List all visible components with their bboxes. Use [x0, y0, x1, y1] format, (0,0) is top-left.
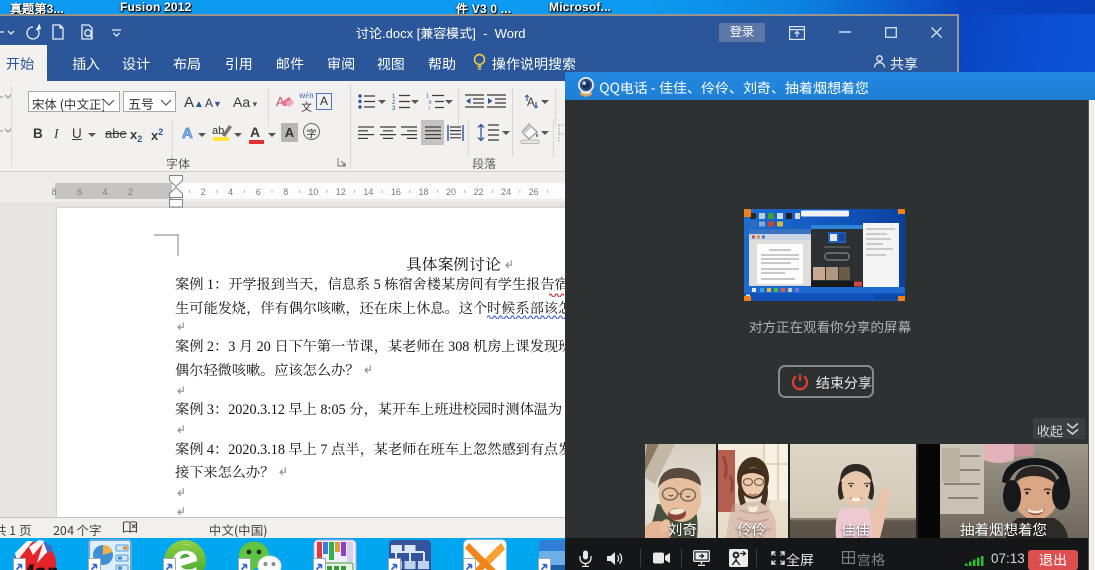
svg-text:14: 14: [363, 187, 373, 197]
svg-text:4: 4: [102, 187, 107, 197]
svg-text:i: i: [429, 106, 430, 110]
svg-text:22: 22: [474, 187, 484, 197]
svg-text:2: 2: [201, 187, 206, 197]
svg-text:6: 6: [77, 187, 82, 197]
svg-text:18: 18: [418, 187, 428, 197]
svg-text:8: 8: [283, 187, 288, 197]
svg-text:3: 3: [392, 106, 396, 110]
svg-text:6: 6: [256, 187, 261, 197]
svg-text:2: 2: [128, 187, 133, 197]
svg-text:24: 24: [501, 187, 511, 197]
svg-text:26: 26: [529, 187, 539, 197]
svg-text:20: 20: [446, 187, 456, 197]
svg-text:10: 10: [308, 187, 318, 197]
svg-text:4: 4: [228, 187, 233, 197]
svg-text:12: 12: [336, 187, 346, 197]
svg-text:16: 16: [391, 187, 401, 197]
svg-text:8: 8: [51, 187, 56, 197]
svg-text:A: A: [527, 97, 535, 109]
